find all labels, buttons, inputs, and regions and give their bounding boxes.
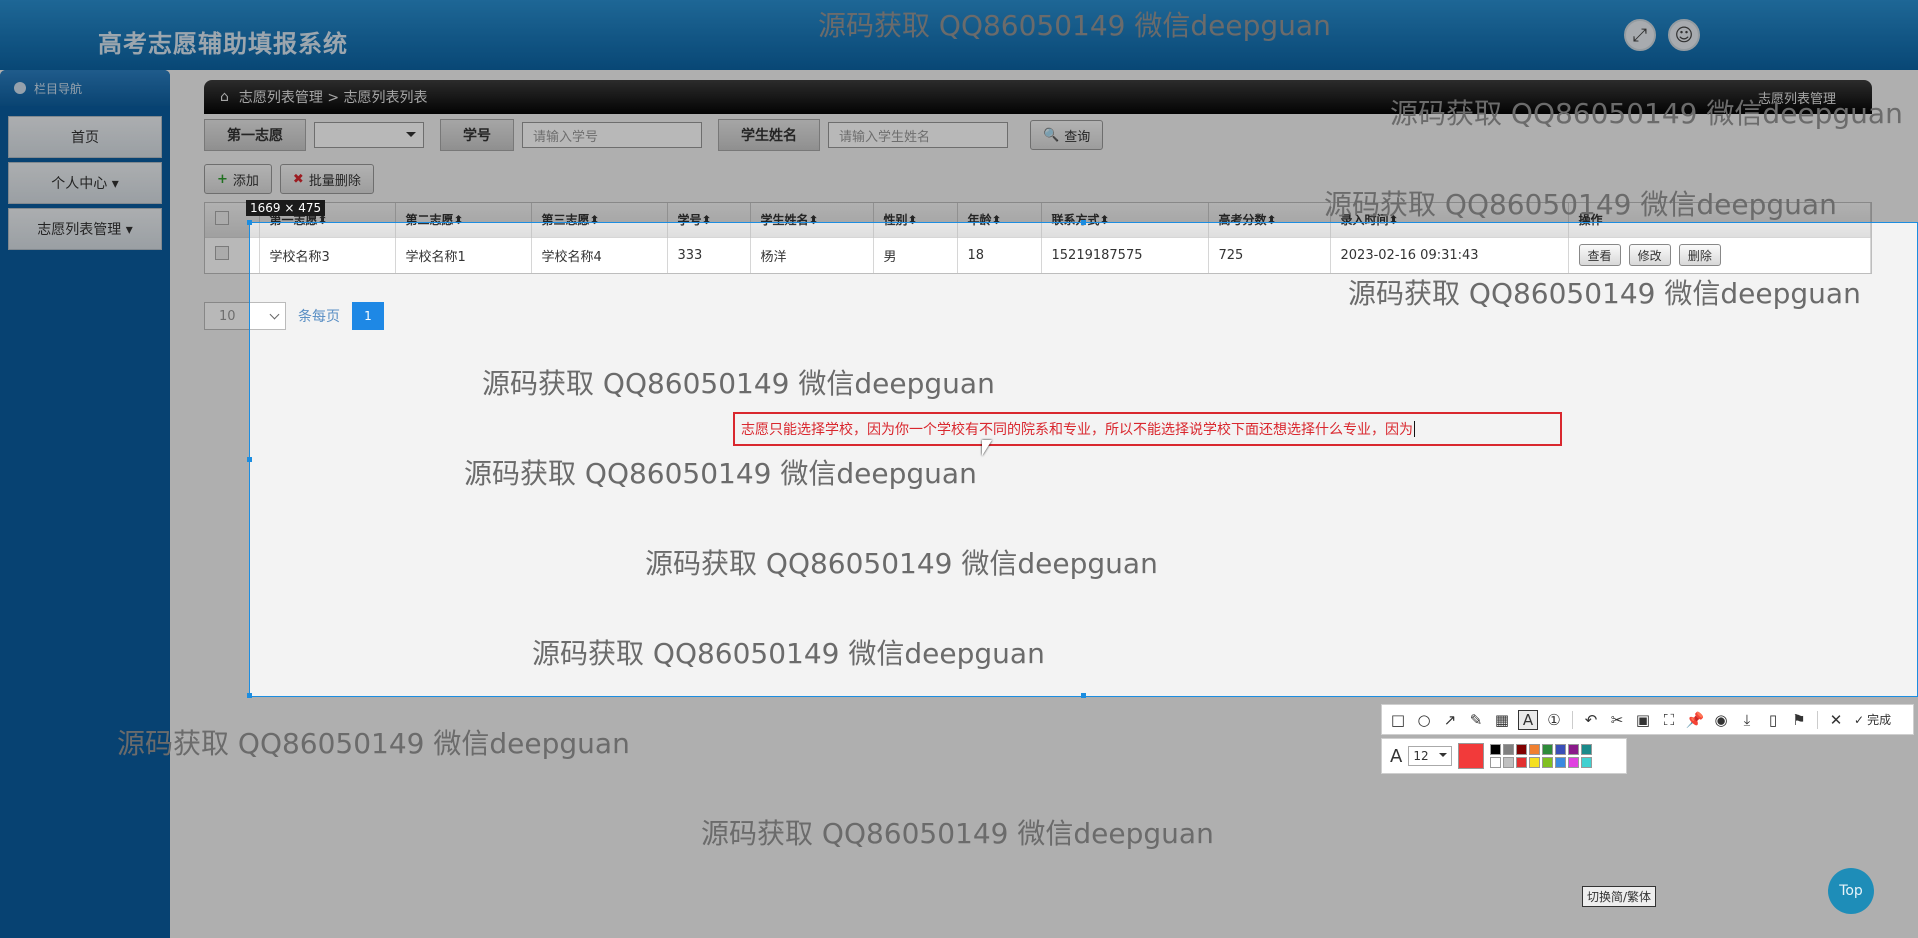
cut-icon[interactable]: ✂: [1607, 710, 1627, 730]
ocr-icon[interactable]: ▣: [1633, 710, 1653, 730]
text-caret: [1414, 421, 1415, 437]
download-icon[interactable]: ⤓: [1737, 710, 1757, 730]
watermark: 源码获取 QQ86050149 微信deepguan: [645, 547, 1158, 580]
mouse-cursor-icon: [982, 440, 992, 456]
rectangle-icon[interactable]: □: [1388, 710, 1408, 730]
color-swatch[interactable]: [1490, 757, 1502, 768]
long-capture-icon[interactable]: ⛶: [1659, 710, 1679, 730]
color-swatch[interactable]: [1529, 757, 1541, 768]
color-swatch[interactable]: [1542, 757, 1554, 768]
font-icon: A: [1390, 745, 1403, 767]
resize-handle[interactable]: [247, 220, 252, 225]
phone-icon[interactable]: ▯: [1763, 710, 1783, 730]
resize-handle[interactable]: [247, 693, 252, 698]
done-button[interactable]: ✓ 完成: [1854, 711, 1891, 728]
color-swatch[interactable]: [1516, 744, 1528, 755]
watermark: 源码获取 QQ86050149 微信deepguan: [464, 457, 977, 490]
color-swatch[interactable]: [1542, 744, 1554, 755]
watermark: 源码获取 QQ86050149 微信deepguan: [818, 9, 1331, 42]
color-swatch[interactable]: [1581, 757, 1593, 768]
watermark: 源码获取 QQ86050149 微信deepguan: [1390, 97, 1903, 130]
font-size-select[interactable]: 12: [1408, 746, 1453, 766]
text-style-panel: A 12: [1381, 738, 1627, 774]
watermark: 源码获取 QQ86050149 微信deepguan: [1348, 277, 1861, 310]
capture-toolbar: □ ○ ↗ ✎ ▦ A ① ↶ ✂ ▣ ⛶ 📌 ◉ ⤓ ▯ ⚑ ✕ ✓ 完成: [1381, 704, 1914, 735]
watermark: 源码获取 QQ86050149 微信deepguan: [1324, 188, 1837, 221]
resize-handle[interactable]: [1081, 693, 1086, 698]
annotation-text: 志愿只能选择学校，因为你一个学校有不同的院系和专业，所以不能选择说学校下面还想选…: [741, 422, 1413, 438]
language-toggle[interactable]: 切换简/繁体: [1582, 886, 1657, 907]
color-palette: [1490, 744, 1593, 768]
record-icon[interactable]: ◉: [1711, 710, 1731, 730]
watermark: 源码获取 QQ86050149 微信deepguan: [482, 367, 995, 400]
undo-icon[interactable]: ↶: [1581, 710, 1601, 730]
color-swatch[interactable]: [1568, 757, 1580, 768]
toolbar-divider: [1817, 710, 1818, 729]
capture-dim-left: [0, 222, 249, 697]
number-marker-icon[interactable]: ①: [1544, 710, 1564, 730]
capture-size-badge: 1669 × 475: [246, 200, 326, 216]
color-swatch[interactable]: [1503, 757, 1515, 768]
check-icon: ✓: [1854, 712, 1865, 727]
watermark: 源码获取 QQ86050149 微信deepguan: [117, 727, 630, 760]
color-swatch[interactable]: [1490, 744, 1502, 755]
color-swatch[interactable]: [1516, 757, 1528, 768]
close-icon[interactable]: ✕: [1826, 710, 1846, 730]
current-color-swatch[interactable]: [1458, 743, 1485, 769]
resize-handle[interactable]: [247, 457, 252, 462]
mosaic-icon[interactable]: ▦: [1492, 710, 1512, 730]
color-swatch[interactable]: [1555, 757, 1567, 768]
toolbar-divider: [1572, 710, 1573, 729]
pin-icon[interactable]: 📌: [1685, 710, 1705, 730]
ellipse-icon[interactable]: ○: [1414, 710, 1434, 730]
color-swatch[interactable]: [1568, 744, 1580, 755]
arrow-icon[interactable]: ↗: [1440, 710, 1460, 730]
resize-handle[interactable]: [1081, 220, 1086, 225]
back-to-top-button[interactable]: Top: [1828, 868, 1874, 914]
color-swatch[interactable]: [1555, 744, 1567, 755]
watermark: 源码获取 QQ86050149 微信deepguan: [701, 817, 1214, 850]
color-swatch[interactable]: [1503, 744, 1515, 755]
text-tool-icon[interactable]: A: [1518, 709, 1538, 730]
bookmark-icon[interactable]: ⚑: [1789, 710, 1809, 730]
annotation-text-box[interactable]: 志愿只能选择学校，因为你一个学校有不同的院系和专业，所以不能选择说学校下面还想选…: [733, 412, 1562, 446]
watermark: 源码获取 QQ86050149 微信deepguan: [532, 637, 1045, 670]
done-label: 完成: [1867, 713, 1892, 727]
color-swatch[interactable]: [1581, 744, 1593, 755]
pen-icon[interactable]: ✎: [1466, 710, 1486, 730]
color-swatch[interactable]: [1529, 744, 1541, 755]
